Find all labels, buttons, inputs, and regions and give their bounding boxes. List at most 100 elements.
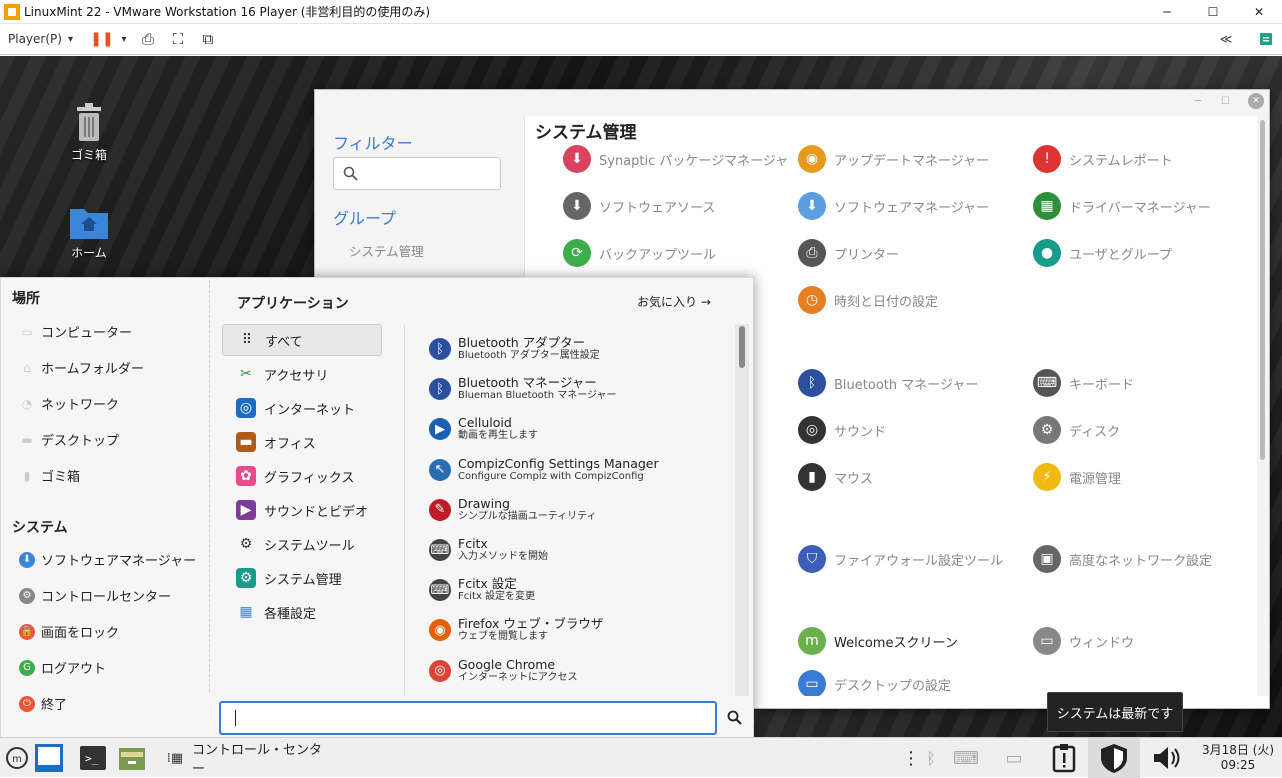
cc-item[interactable]: ⬇ ソフトウェアソース: [563, 192, 715, 220]
category-item[interactable]: ▬ オフィス: [222, 426, 382, 458]
terminal-icon[interactable]: >_: [78, 738, 108, 778]
app-desc: ウェブを閲覧します: [458, 631, 548, 643]
apps-scrollbar[interactable]: [735, 324, 749, 696]
fullscreen-icon[interactable]: ⛶: [166, 28, 190, 50]
cc-close-button[interactable]: ✕: [1248, 93, 1264, 109]
desktop-trash[interactable]: ゴミ箱: [49, 101, 129, 163]
desktop-home-label: ホーム: [71, 246, 107, 260]
cc-item[interactable]: m Welcomeスクリーン: [798, 627, 958, 655]
control-center-task-icon[interactable]: ⁞▦: [164, 738, 186, 778]
cc-scrollbar[interactable]: [1257, 116, 1269, 696]
cc-item[interactable]: ⬇ ソフトウェアマネージャー: [798, 192, 989, 220]
volume-icon[interactable]: [1148, 738, 1184, 778]
system-item[interactable]: ⬇ ソフトウェアマネージャー: [19, 550, 196, 569]
place-item[interactable]: ▬ デスクトップ: [19, 430, 119, 450]
category-item[interactable]: ⚙ システム管理: [222, 562, 382, 594]
send-ctrl-alt-del-icon[interactable]: ⎙: [136, 28, 160, 50]
cc-item-icon: ▮: [798, 463, 826, 491]
bluetooth-icon[interactable]: ᛒ: [920, 738, 942, 778]
app-name: Fcitx 設定: [458, 576, 517, 592]
cc-item[interactable]: ᛒ Bluetooth マネージャー: [798, 369, 978, 397]
clock[interactable]: 3月18日 (火) 09:25: [1198, 738, 1278, 778]
pause-dropdown-icon[interactable]: ▾: [112, 28, 136, 50]
pause-icon[interactable]: ❚❚: [90, 28, 114, 50]
cc-item[interactable]: ⛉ ファイアウォール設定ツール: [798, 545, 1003, 573]
cc-item[interactable]: ▣ 高度なネットワーク設定: [1033, 545, 1212, 573]
app-item[interactable]: ᛒ Bluetooth アダプター Bluetooth アダプター属性設定: [429, 336, 600, 362]
app-desc: Configure Compiz with CompizConfig: [458, 470, 644, 482]
cc-item[interactable]: ▦ ドライバーマネージャー: [1033, 192, 1211, 220]
close-button[interactable]: ✕: [1236, 0, 1282, 24]
cc-item[interactable]: ▭ デスクトップの設定: [798, 670, 951, 696]
app-item[interactable]: ▶ Celluloid 動画を再生します: [429, 416, 538, 442]
app-item[interactable]: ⌨ Fcitx 入力メソッドを開始: [429, 537, 548, 563]
cc-item[interactable]: ⎙ プリンター: [798, 239, 899, 267]
cc-item-icon: ⬇: [563, 192, 591, 220]
app-item[interactable]: ⌨ Fcitx 設定 Fcitx 設定を変更: [429, 577, 535, 603]
cc-item-icon: ▦: [1033, 192, 1061, 220]
category-item[interactable]: ✿ グラフィックス: [222, 460, 382, 492]
notes-icon[interactable]: [1254, 28, 1278, 50]
cc-item[interactable]: ● ユーザとグループ: [1033, 239, 1172, 267]
minimize-button[interactable]: ─: [1144, 0, 1190, 24]
cc-item[interactable]: ▭ ウィンドウ: [1033, 627, 1134, 655]
place-item[interactable]: ◔ ネットワーク: [19, 394, 119, 414]
maximize-button[interactable]: ☐: [1190, 0, 1236, 24]
cc-item[interactable]: ⚡ 電源管理: [1033, 463, 1121, 491]
menu-search-input[interactable]: [219, 701, 717, 735]
taskbar-control-center[interactable]: コントロール・センター: [192, 738, 332, 778]
system-item[interactable]: G ログアウト: [19, 658, 106, 677]
cc-item[interactable]: ⬇ Synaptic パッケージマネージャ: [563, 145, 788, 173]
cc-item[interactable]: ▮ マウス: [798, 463, 873, 491]
cc-item[interactable]: ◎ サウンド: [798, 416, 886, 444]
place-item[interactable]: ▮ ゴミ箱: [19, 466, 80, 486]
mint-menu-icon[interactable]: m: [4, 738, 30, 778]
file-manager-icon[interactable]: [116, 738, 148, 778]
favorites-link[interactable]: お気に入り →: [637, 293, 711, 310]
category-item[interactable]: ▦ 各種設定: [222, 596, 382, 628]
app-item[interactable]: ◉ Firefox ウェブ・ブラウザ ウェブを閲覧します: [429, 617, 603, 643]
menu-search-icon[interactable]: [727, 710, 743, 726]
category-icon: ▬: [236, 432, 256, 452]
cc-item[interactable]: ⌨ キーボード: [1033, 369, 1134, 397]
cc-maximize-button[interactable]: ☐: [1221, 96, 1230, 107]
cc-item-label: 高度なネットワーク設定: [1069, 553, 1213, 569]
app-item[interactable]: ✎ Drawing シンプルな描画ユーティリティ: [429, 496, 597, 523]
update-shield-icon[interactable]: [1088, 738, 1140, 778]
place-icon: ◔: [21, 396, 33, 411]
cc-group-item[interactable]: システム管理: [349, 241, 424, 260]
cc-item-label: 時刻と日付の設定: [834, 294, 939, 310]
category-item[interactable]: ◎ インターネット: [222, 392, 382, 424]
display-icon[interactable]: ▭: [1000, 738, 1028, 778]
category-item[interactable]: ▶ サウンドとビデオ: [222, 494, 382, 526]
player-menu[interactable]: Player(P): [8, 32, 62, 46]
category-item[interactable]: ⚙ システムツール: [222, 528, 382, 560]
app-item[interactable]: ◎ Google Chrome インターネットにアクセス: [429, 657, 578, 684]
app-desc: 動画を再生します: [458, 430, 538, 442]
category-item[interactable]: ⠿ すべて: [222, 324, 382, 356]
cc-item[interactable]: ! システムレポート: [1033, 145, 1173, 173]
system-item[interactable]: ⏻ 終了: [19, 694, 67, 713]
category-item[interactable]: ✂ アクセサリ: [222, 358, 382, 390]
keyboard-icon[interactable]: ⌨: [952, 738, 980, 778]
clipboard-icon[interactable]: [1048, 738, 1080, 778]
panel-handle-icon[interactable]: ⋮: [902, 738, 920, 778]
cc-item-label: Welcomeスクリーン: [834, 635, 958, 651]
place-item[interactable]: ⌂ ホームフォルダー: [19, 358, 144, 378]
cc-item[interactable]: ⚙ ディスク: [1033, 416, 1120, 444]
player-dropdown-icon[interactable]: ▾: [68, 34, 73, 45]
place-item[interactable]: ▭ コンピューター: [19, 322, 132, 342]
cc-minimize-button[interactable]: ─: [1195, 96, 1201, 107]
collapse-toolbar-icon[interactable]: ≪: [1214, 28, 1238, 50]
desktop-home[interactable]: ホーム: [49, 203, 129, 261]
cc-item[interactable]: ⟳ バックアップツール: [563, 239, 716, 267]
unity-icon[interactable]: ⧉: [196, 28, 220, 50]
cc-item[interactable]: ◷ 時刻と日付の設定: [798, 286, 938, 314]
cc-item[interactable]: ◉ アップデートマネージャー: [798, 145, 989, 173]
system-item[interactable]: ⚙ コントロールセンター: [19, 586, 171, 605]
app-item[interactable]: ↖ CompizConfig Settings Manager Configure …: [429, 456, 659, 483]
cc-search-input[interactable]: [333, 157, 501, 190]
show-desktop-icon[interactable]: [32, 738, 66, 778]
system-item[interactable]: 🔒 画面をロック: [19, 622, 119, 641]
app-item[interactable]: ᛒ Bluetooth マネージャー Blueman Bluetooth マネージャ…: [429, 376, 617, 402]
